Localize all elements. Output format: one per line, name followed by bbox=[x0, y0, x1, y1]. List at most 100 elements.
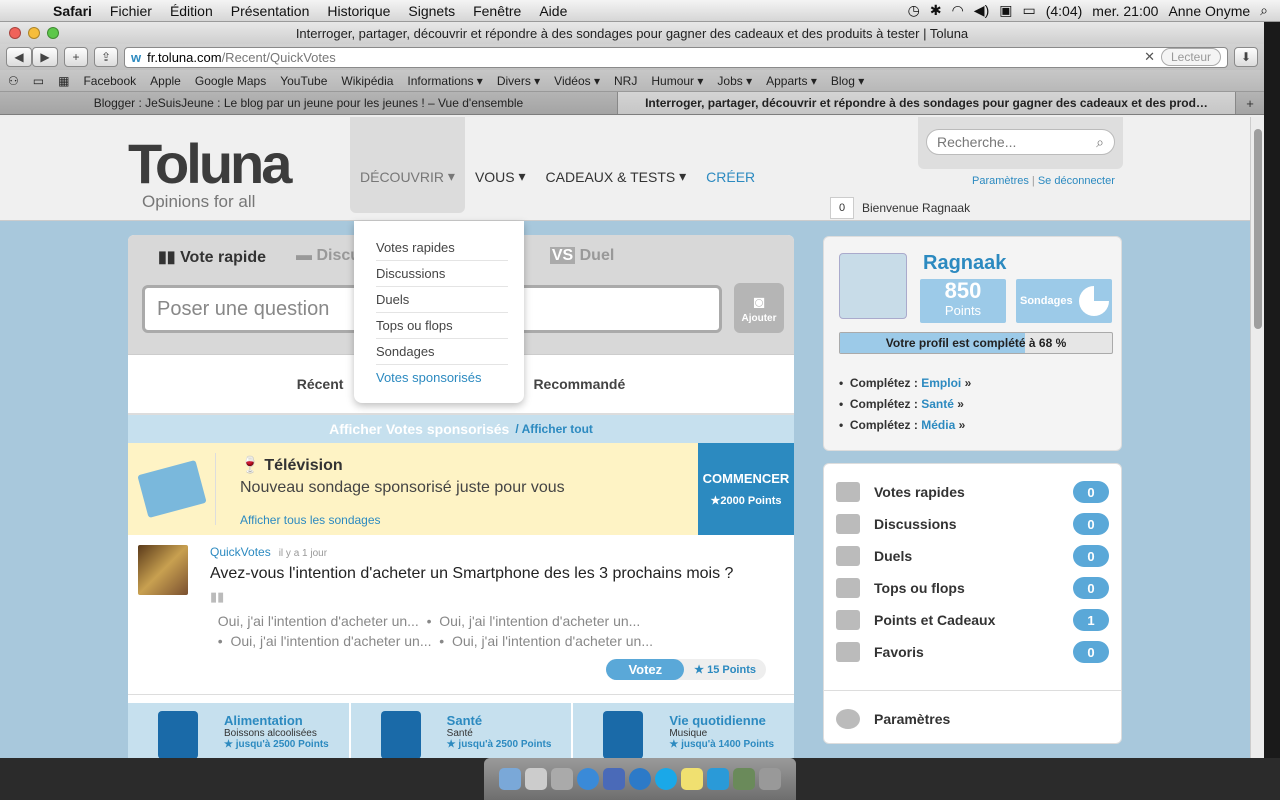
add-bookmark-icon[interactable]: + bbox=[64, 47, 88, 67]
user-name[interactable]: Anne Onyme bbox=[1168, 3, 1250, 19]
points-box[interactable]: 850 Points bbox=[920, 279, 1006, 323]
complete-link[interactable]: Emploi bbox=[921, 376, 961, 390]
tab-toluna[interactable]: Interroger, partager, découvrir et répon… bbox=[618, 92, 1236, 114]
time-machine-icon[interactable]: ◷ bbox=[908, 2, 920, 19]
poll-question[interactable]: Avez-vous l'intention d'acheter un Smart… bbox=[210, 565, 733, 583]
menu-item[interactable]: Édition bbox=[161, 3, 222, 19]
menu-app[interactable]: Safari bbox=[44, 3, 101, 19]
top-sites-icon[interactable]: ▦ bbox=[58, 74, 69, 88]
volume-icon[interactable]: ◀) bbox=[974, 2, 989, 19]
dropdown-item[interactable]: Votes rapides bbox=[376, 235, 508, 261]
bookmarks-icon[interactable]: ▭ bbox=[33, 74, 44, 88]
activity-row[interactable]: Tops ou flops 0 bbox=[824, 572, 1121, 604]
stickies-icon[interactable] bbox=[681, 768, 703, 790]
all-surveys-link[interactable]: Afficher tous les sondages bbox=[240, 513, 674, 527]
category-item[interactable]: Santé Santé ★ jusqu'à 2500 Points bbox=[351, 703, 574, 758]
activity-row[interactable]: Votes rapides 0 bbox=[824, 476, 1121, 508]
profile-avatar[interactable] bbox=[839, 253, 907, 319]
battery-icon[interactable]: ▭ bbox=[1022, 2, 1035, 19]
dropdown-item[interactable]: Tops ou flops bbox=[376, 313, 508, 339]
clear-url-icon[interactable]: ✕ bbox=[1144, 49, 1155, 65]
notification-count[interactable]: 0 bbox=[830, 197, 854, 219]
forward-icon[interactable]: ▶ bbox=[32, 47, 58, 67]
bookmark-item[interactable]: Blog ▾ bbox=[831, 74, 864, 88]
scroll-thumb[interactable] bbox=[1254, 129, 1262, 329]
category-item[interactable]: Vie quotidienne Musique ★ jusqu'à 1400 Poi… bbox=[573, 703, 794, 758]
reader-button[interactable]: Lecteur bbox=[1161, 48, 1221, 66]
preview-icon[interactable] bbox=[603, 768, 625, 790]
poll-source[interactable]: QuickVotes bbox=[210, 545, 271, 559]
safari-icon[interactable] bbox=[577, 768, 599, 790]
bookmark-item[interactable]: Humour ▾ bbox=[651, 74, 703, 88]
nav-cadeaux[interactable]: CADEAUX & TESTS ▾ bbox=[536, 117, 697, 213]
nav-creer[interactable]: CRÉER bbox=[696, 117, 765, 213]
settings-row[interactable]: Paramètres bbox=[824, 690, 1121, 736]
clock[interactable]: mer. 21:00 bbox=[1092, 3, 1158, 19]
tab-recommended[interactable]: Recommandé bbox=[533, 376, 625, 392]
bookmark-item[interactable]: Apple bbox=[150, 74, 181, 88]
show-all-link[interactable]: / Afficher tout bbox=[515, 422, 593, 436]
dropdown-item[interactable]: Discussions bbox=[376, 261, 508, 287]
bookmark-item[interactable]: Divers ▾ bbox=[497, 74, 540, 88]
share-icon[interactable]: ⇪ bbox=[94, 47, 118, 67]
complete-link[interactable]: Santé bbox=[921, 397, 954, 411]
bookmark-item[interactable]: NRJ bbox=[614, 74, 637, 88]
poll-avatar[interactable] bbox=[138, 545, 188, 595]
search-input[interactable]: Recherche... ⌕ bbox=[926, 129, 1115, 155]
address-bar[interactable]: w fr.toluna.com/Recent/QuickVotes ✕ Lect… bbox=[124, 46, 1228, 68]
tab-discussion[interactable]: ▬ Discu bbox=[296, 247, 360, 267]
bookmark-item[interactable]: Facebook bbox=[83, 74, 136, 88]
search-icon[interactable]: ⌕ bbox=[1096, 134, 1104, 151]
activity-row[interactable]: Discussions 0 bbox=[824, 508, 1121, 540]
poll-option[interactable]: Oui, j'ai l'intention d'acheter un... bbox=[452, 633, 653, 649]
vote-button[interactable]: Votez bbox=[606, 659, 685, 680]
bookmark-item[interactable]: Jobs ▾ bbox=[717, 74, 752, 88]
sponsored-title[interactable]: Afficher Votes sponsorisés bbox=[329, 421, 509, 437]
reading-list-icon[interactable]: ⚇ bbox=[8, 74, 19, 88]
dropdown-item[interactable]: Duels bbox=[376, 287, 508, 313]
bookmark-item[interactable]: Wikipédia bbox=[341, 74, 393, 88]
wifi-icon[interactable]: ◠ bbox=[952, 2, 964, 19]
launchpad-icon[interactable] bbox=[525, 768, 547, 790]
settings-link[interactable]: Paramètres bbox=[972, 175, 1029, 187]
logout-link[interactable]: Se déconnecter bbox=[1038, 175, 1115, 187]
activity-row[interactable]: Points et Cadeaux 1 bbox=[824, 604, 1121, 636]
toluna-logo[interactable]: Toluna bbox=[128, 131, 292, 196]
system-prefs-icon[interactable] bbox=[551, 768, 573, 790]
spotlight-icon[interactable]: ⌕ bbox=[1260, 2, 1268, 19]
menu-item[interactable]: Présentation bbox=[222, 3, 319, 19]
bookmark-item[interactable]: YouTube bbox=[280, 74, 327, 88]
add-photo-button[interactable]: ◙ Ajouter bbox=[734, 283, 784, 333]
menu-item[interactable]: Fenêtre bbox=[464, 3, 530, 19]
activity-row[interactable]: Favoris 0 bbox=[824, 636, 1121, 668]
category-item[interactable]: Alimentation Boissons alcoolisées ★ jusqu'… bbox=[128, 703, 351, 758]
finder-icon[interactable] bbox=[499, 768, 521, 790]
dropdown-item[interactable]: Sondages bbox=[376, 339, 508, 365]
menu-item[interactable]: Aide bbox=[530, 3, 576, 19]
profile-name[interactable]: Ragnaak bbox=[923, 252, 1006, 275]
tab-duel[interactable]: VS Duel bbox=[549, 247, 614, 267]
tab-blogger[interactable]: Blogger : JeSuisJeune : Le blog par un j… bbox=[0, 92, 618, 114]
bluetooth-icon[interactable]: ✱ bbox=[930, 2, 942, 19]
poll-option[interactable]: Oui, j'ai l'intention d'acheter un... bbox=[230, 633, 431, 649]
bookmark-item[interactable]: Informations ▾ bbox=[407, 74, 482, 88]
bookmark-item[interactable]: Vidéos ▾ bbox=[554, 74, 600, 88]
tab-recent[interactable]: Récent bbox=[297, 376, 344, 392]
tab-quick-vote[interactable]: ▮▮ Vote rapide bbox=[158, 247, 266, 267]
iphoto-icon[interactable] bbox=[733, 768, 755, 790]
word-icon[interactable] bbox=[707, 768, 729, 790]
trash-icon[interactable] bbox=[759, 768, 781, 790]
nav-vous[interactable]: VOUS ▾ bbox=[465, 117, 536, 213]
poll-option[interactable]: Oui, j'ai l'intention d'acheter un... bbox=[439, 613, 640, 629]
dropdown-item[interactable]: Votes sponsorisés bbox=[376, 365, 508, 391]
bookmark-item[interactable]: Apparts ▾ bbox=[766, 74, 817, 88]
itunes-icon[interactable] bbox=[629, 768, 651, 790]
scrollbar[interactable] bbox=[1250, 117, 1264, 758]
battery-time[interactable]: (4:04) bbox=[1046, 3, 1083, 19]
skype-icon[interactable] bbox=[655, 768, 677, 790]
activity-row[interactable]: Duels 0 bbox=[824, 540, 1121, 572]
menu-item[interactable]: Signets bbox=[399, 3, 464, 19]
menu-item[interactable]: Historique bbox=[318, 3, 399, 19]
start-button[interactable]: COMMENCER ★2000 Points bbox=[698, 443, 794, 535]
poll-option[interactable]: Oui, j'ai l'intention d'acheter un... bbox=[218, 613, 419, 629]
